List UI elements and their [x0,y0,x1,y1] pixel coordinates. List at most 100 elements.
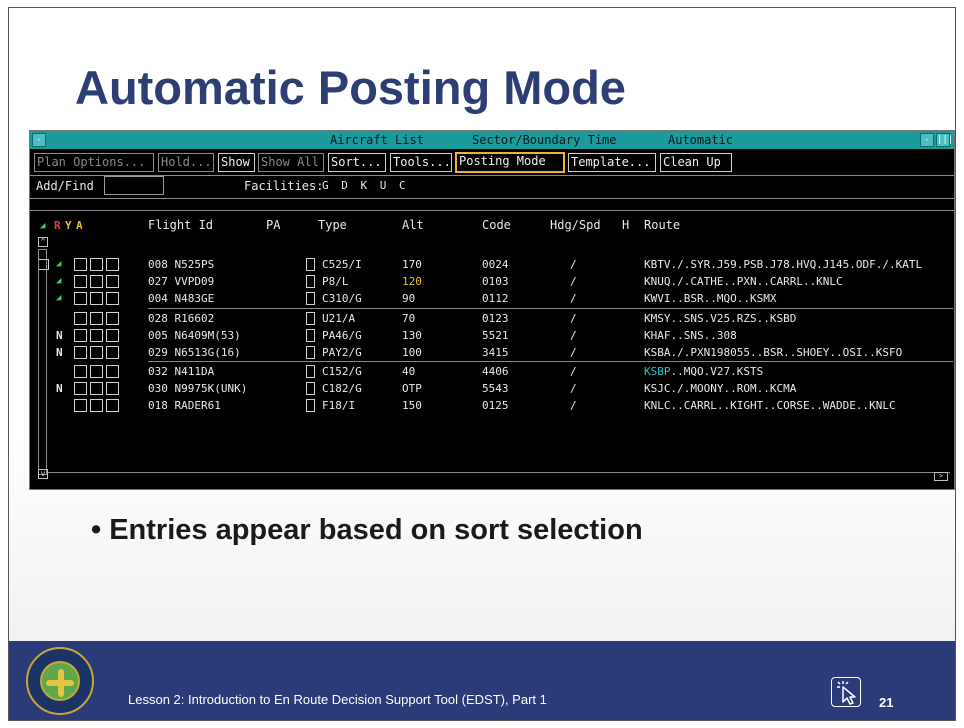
header-hdg-spd[interactable]: Hdg/Spd [550,218,601,232]
route-cell[interactable]: KSBP..MQO.V27.KSTS [644,365,763,378]
header-h[interactable]: H [622,218,629,232]
scroll-right-icon[interactable]: > [934,472,948,481]
checkbox-a[interactable] [106,382,119,395]
code-cell[interactable]: 0125 [482,399,509,412]
code-cell[interactable]: 0103 [482,275,509,288]
type-cell[interactable]: F18/I [322,399,355,412]
alt-cell[interactable]: 100 [402,346,422,359]
header-type[interactable]: Type [318,218,347,232]
hdg-spd-cell[interactable]: / [570,382,577,395]
header-flight-id[interactable]: Flight Id [148,218,213,232]
hdg-spd-cell[interactable]: / [570,258,577,271]
pa-box[interactable] [306,365,315,378]
table-row[interactable]: ◢ 008 N525PS C525/I 170 0024 / KBTV./.SYR.J59.… [30,257,954,273]
scroll-down-icon[interactable]: v [38,469,48,479]
flight-id-cell[interactable]: 018 RADER61 [148,399,221,412]
checkbox-r[interactable] [74,365,87,378]
checkbox-y[interactable] [90,346,103,359]
type-cell[interactable]: C525/I [322,258,362,271]
table-row[interactable]: 018 RADER61 F18/I 150 0125 / KNLC..CARRL..KIG… [30,398,954,414]
posting-mode-button[interactable]: Posting Mode [455,152,565,173]
hold-button[interactable]: Hold... [158,153,214,172]
route-cell[interactable]: KSBA./.PXN198055..BSR..SHOEY..OSI..KSFO [644,346,902,359]
checkbox-a[interactable] [106,275,119,288]
table-row[interactable]: 032 N411DA C152/G 40 4406 / KSBP..MQO.V27.KST… [30,364,954,380]
horizontal-scrollbar[interactable] [48,472,950,481]
checkbox-a[interactable] [106,346,119,359]
checkbox-r[interactable] [74,312,87,325]
sort-button[interactable]: Sort... [328,153,386,172]
checkbox-r[interactable] [74,399,87,412]
checkbox-y[interactable] [90,382,103,395]
flight-id-cell[interactable]: 027 VVPD09 [148,275,214,288]
show-button[interactable]: Show [218,153,255,172]
checkbox-r[interactable] [74,329,87,342]
type-cell[interactable]: P8/L [322,275,349,288]
pa-box[interactable] [306,275,315,288]
checkbox-a[interactable] [106,329,119,342]
flight-id-cell[interactable]: 029 N6513G(16) [148,346,241,359]
type-cell[interactable]: U21/A [322,312,355,325]
add-find-input[interactable] [104,176,164,195]
type-cell[interactable]: PAY2/G [322,346,362,359]
checkbox-y[interactable] [90,258,103,271]
pa-box[interactable] [306,399,315,412]
checkbox-a[interactable] [106,258,119,271]
table-row[interactable]: ◢ 027 VVPD09 P8/L 120 0103 / KNUQ./.CATHE..PXN… [30,274,954,290]
flight-id-cell[interactable]: 030 N9975K(UNK) [148,382,247,395]
table-row[interactable]: N 029 N6513G(16) PAY2/G 100 3415 / KSBA./.PXN1… [30,345,954,361]
route-cell[interactable]: KBTV./.SYR.J59.PSB.J78.HVQ.J145.ODF./.KA… [644,258,922,271]
hdg-spd-cell[interactable]: / [570,312,577,325]
pa-box[interactable] [306,382,315,395]
alt-cell[interactable]: 70 [402,312,415,325]
code-cell[interactable]: 4406 [482,365,509,378]
plan-options-button[interactable]: Plan Options... [34,153,154,172]
type-cell[interactable]: C152/G [322,365,362,378]
pa-box[interactable] [306,346,315,359]
alt-cell[interactable]: OTP [402,382,422,395]
tools-button[interactable]: Tools... [390,153,452,172]
hdg-spd-cell[interactable]: / [570,346,577,359]
code-cell[interactable]: 0024 [482,258,509,271]
route-cell[interactable]: KSJC./.MOONY..ROM..KCMA [644,382,796,395]
hdg-spd-cell[interactable]: / [570,399,577,412]
minimize-button[interactable]: - [920,133,934,147]
flight-id-cell[interactable]: 004 N483GE [148,292,214,305]
checkbox-y[interactable] [90,275,103,288]
hdg-spd-cell[interactable]: / [570,292,577,305]
checkbox-r[interactable] [74,275,87,288]
checkbox-r[interactable] [74,382,87,395]
type-cell[interactable]: PA46/G [322,329,362,342]
table-row[interactable]: ◢ 004 N483GE C310/G 90 0112 / KWVI..BSR..MQO..… [30,291,954,307]
checkbox-y[interactable] [90,312,103,325]
checkbox-a[interactable] [106,292,119,305]
flight-id-cell[interactable]: 028 R16602 [148,312,214,325]
cursor-click-icon[interactable] [831,677,861,707]
code-cell[interactable]: 0123 [482,312,509,325]
table-row[interactable]: N 005 N6409M(53) PA46/G 130 5521 / KHAF..SNS..… [30,328,954,344]
code-cell[interactable]: 0112 [482,292,509,305]
pa-box[interactable] [306,329,315,342]
header-code[interactable]: Code [482,218,511,232]
table-row[interactable]: N 030 N9975K(UNK) C182/G OTP 5543 / KSJC./.MOO… [30,381,954,397]
alt-cell[interactable]: 130 [402,329,422,342]
route-cell[interactable]: KNLC..CARRL..KIGHT..CORSE..WADDE..KNLC [644,399,896,412]
alt-cell[interactable]: 170 [402,258,422,271]
alt-cell[interactable]: 120 [402,275,422,288]
route-cell[interactable]: KWVI..BSR..MQO..KSMX [644,292,776,305]
alt-cell[interactable]: 90 [402,292,415,305]
code-cell[interactable]: 5521 [482,329,509,342]
route-cell[interactable]: KNUQ./.CATHE..PXN..CARRL..KNLC [644,275,843,288]
template-button[interactable]: Template... [568,153,656,172]
checkbox-r[interactable] [74,258,87,271]
header-pa[interactable]: PA [266,218,280,232]
pa-box[interactable] [306,258,315,271]
alt-cell[interactable]: 40 [402,365,415,378]
alt-cell[interactable]: 150 [402,399,422,412]
route-cell[interactable]: KMSY..SNS.V25.RZS..KSBD [644,312,796,325]
header-route[interactable]: Route [644,218,680,232]
hdg-spd-cell[interactable]: / [570,329,577,342]
checkbox-y[interactable] [90,399,103,412]
scroll-up-icon[interactable]: ^ [38,237,48,247]
checkbox-r[interactable] [74,346,87,359]
